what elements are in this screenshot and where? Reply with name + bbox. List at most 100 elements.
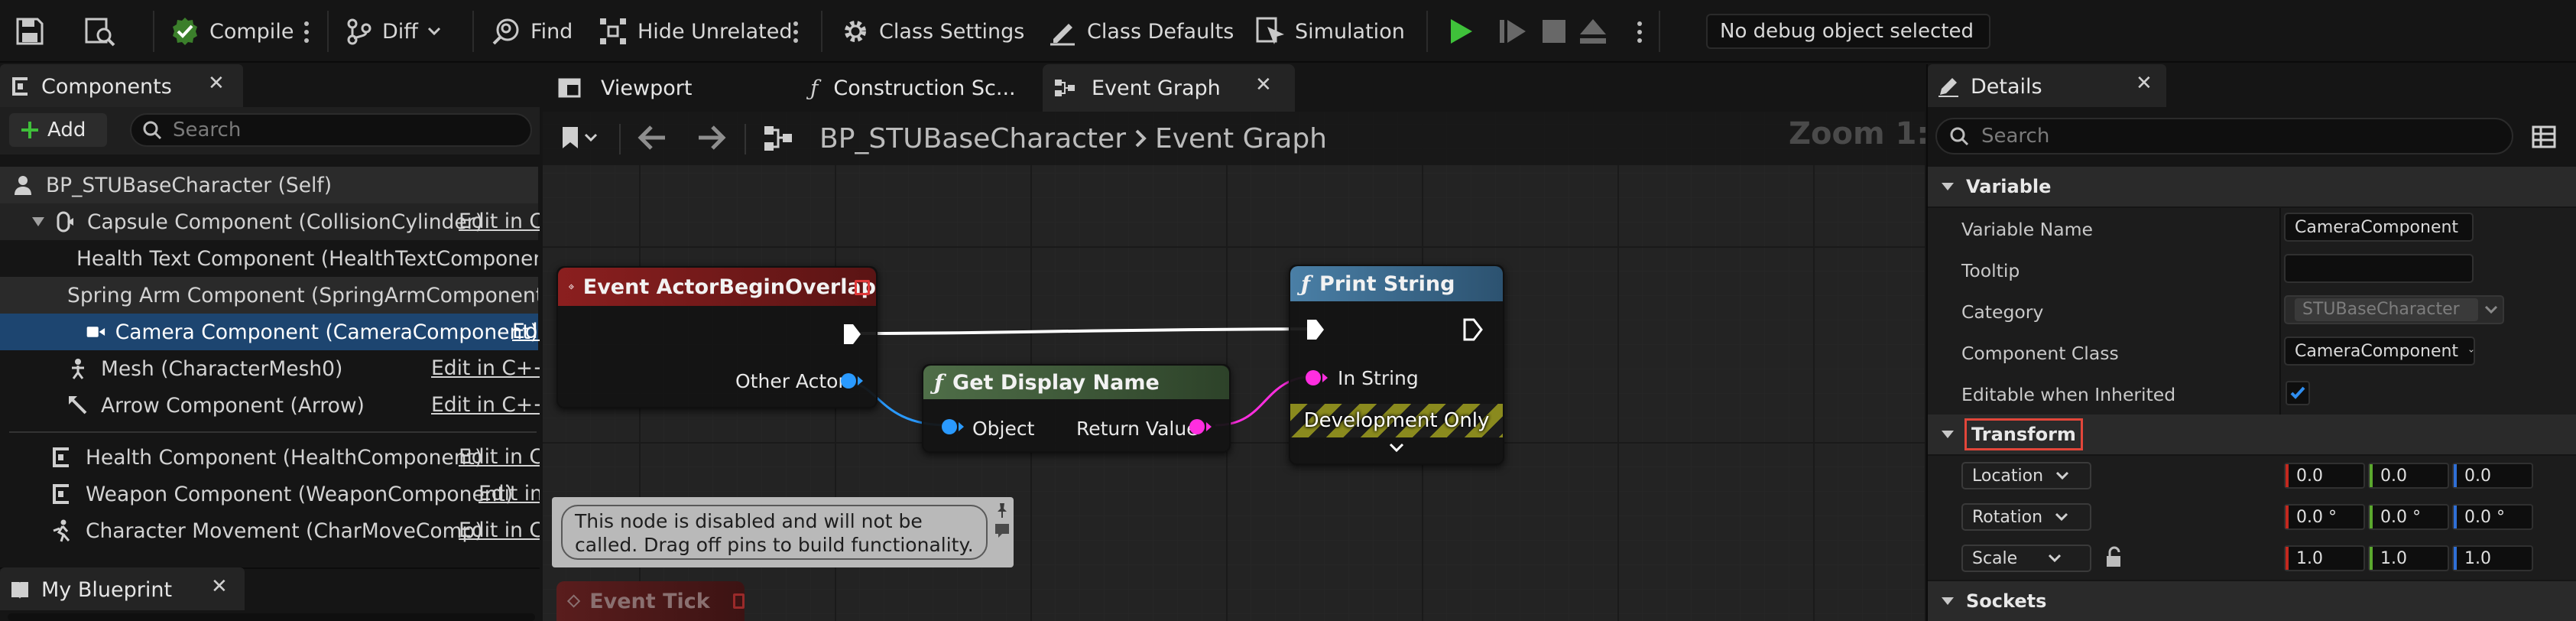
exec-out-pin-icon[interactable] [842, 323, 862, 346]
edit-in-cpp-link[interactable]: Edit in C++ [459, 445, 540, 469]
diff-button[interactable]: Diff [346, 8, 441, 55]
scale-z-field[interactable]: 1.0 [2452, 545, 2533, 571]
category-dropdown[interactable]: STUBaseCharacter [2284, 295, 2504, 324]
tree-item-label: BP_STUBaseCharacter (Self) [46, 173, 333, 197]
exec-in-pin-icon[interactable] [1306, 318, 1325, 341]
string-in-pin-icon[interactable] [1304, 367, 1330, 389]
close-icon[interactable]: ✕ [2136, 72, 2153, 95]
components-search-input[interactable]: Search [130, 113, 532, 147]
compile-button[interactable]: Compile [170, 8, 294, 55]
browse-icon[interactable] [84, 15, 116, 47]
tree-item-health-text[interactable]: Tt Health Text Component (HealthTextComp… [0, 240, 538, 277]
tab-viewport[interactable]: Viewport [558, 69, 692, 107]
tree-item-weapon-component[interactable]: Weapon Component (WeaponComponent) [0, 476, 538, 512]
return-value-pin-label: Return Value [1076, 418, 1199, 440]
rotation-z-value: 0.0 ° [2464, 507, 2505, 527]
components-tree: BP_STUBaseCharacter (Self) Capsule Compo… [0, 162, 540, 621]
expand-chevron-icon[interactable] [1388, 442, 1405, 453]
hide-unrelated-icon [600, 18, 626, 44]
tooltip-field[interactable] [2284, 254, 2474, 283]
location-y-field[interactable]: 0.0 [2368, 463, 2449, 489]
stop-icon[interactable] [1541, 18, 1567, 44]
simulation-button[interactable]: Simulation [1255, 8, 1405, 55]
object-out-pin-icon[interactable] [838, 370, 865, 392]
tree-item-character-movement[interactable]: Character Movement (CharMoveComp) [0, 512, 538, 549]
simulation-label: Simulation [1295, 19, 1405, 44]
category-label: Category [1961, 301, 2044, 323]
edit-in-cpp-link[interactable]: Edit in C++ [431, 356, 540, 380]
tree-item-camera[interactable]: Camera Component (CameraComponent) [0, 314, 538, 350]
eject-icon[interactable] [1578, 17, 1608, 46]
scale-dropdown[interactable]: Scale [1961, 545, 2091, 572]
close-icon[interactable]: ✕ [211, 575, 228, 598]
edit-in-cpp-link[interactable]: Edit in C++ [459, 210, 540, 233]
component-class-dropdown[interactable]: CameraComponent [2284, 337, 2475, 366]
editable-when-inherited-checkbox[interactable] [2286, 381, 2310, 405]
close-icon[interactable]: ✕ [208, 72, 225, 95]
save-icon[interactable] [15, 17, 44, 46]
book-icon [11, 582, 28, 599]
variable-section-header[interactable]: Variable [1928, 167, 2576, 206]
property-matrix-icon[interactable] [2532, 125, 2556, 148]
play-options-icon[interactable] [1637, 21, 1642, 43]
advance-frame-icon[interactable] [1498, 17, 1527, 46]
tree-item-label: Character Movement (CharMoveComp) [86, 519, 483, 543]
toolbar-separator [821, 11, 822, 52]
toolbar-separator [1659, 11, 1660, 52]
tree-item-health-component[interactable]: Health Component (HealthComponent) [0, 439, 538, 476]
debug-object-dropdown[interactable]: No debug object selected [1706, 14, 1990, 49]
rotation-y-field[interactable]: 0.0 ° [2368, 504, 2449, 530]
exec-out-pin-icon[interactable] [1463, 318, 1483, 341]
comment-bubble-icon[interactable] [994, 522, 1011, 538]
compile-options-icon[interactable] [304, 21, 309, 43]
rotation-label: Rotation [1972, 507, 2043, 527]
location-z-field[interactable]: 0.0 [2452, 463, 2533, 489]
event-actor-begin-overlap-node[interactable]: Event ActorBeginOverlap Other Actor [556, 266, 878, 408]
rotation-x-field[interactable]: 0.0 ° [2284, 504, 2365, 530]
find-button[interactable]: Find [491, 8, 573, 55]
scale-z-value: 1.0 [2464, 548, 2491, 568]
movement-icon [53, 519, 70, 542]
scale-y-field[interactable]: 1.0 [2368, 545, 2449, 571]
my-blueprint-search-input[interactable] [8, 613, 535, 621]
object-in-pin-icon[interactable] [940, 416, 966, 437]
scale-x-field[interactable]: 1.0 [2284, 545, 2365, 571]
tree-item-capsule[interactable]: Capsule Component (CollisionCylinder) [0, 203, 538, 240]
close-icon[interactable]: ✕ [1255, 73, 1272, 96]
edit-in-cpp-link[interactable]: Edit in C++ [512, 320, 540, 343]
class-defaults-button[interactable]: Class Defaults [1047, 8, 1234, 55]
tab-construction-script[interactable]: ƒ Construction Sc... [810, 69, 1016, 107]
class-settings-button[interactable]: Class Settings [841, 8, 1024, 55]
delegate-pin-icon[interactable] [855, 280, 870, 295]
pin-icon[interactable] [994, 502, 1011, 519]
edit-in-cpp-link[interactable]: Edit in C++ [479, 482, 540, 506]
chevron-down-icon [2484, 305, 2498, 314]
location-dropdown[interactable]: Location [1961, 462, 2091, 489]
edit-in-cpp-link[interactable]: Edit in C++ [431, 393, 540, 417]
hide-unrelated-options-icon[interactable] [793, 21, 798, 43]
delegate-pin-icon[interactable] [732, 593, 745, 609]
rotation-dropdown[interactable]: Rotation [1961, 503, 2091, 531]
sockets-section-header[interactable]: Sockets [1928, 581, 2576, 621]
event-diamond-icon [567, 594, 581, 608]
event-diamond-icon [569, 284, 574, 290]
function-icon: ƒ [1301, 271, 1311, 297]
location-x-field[interactable]: 0.0 [2284, 463, 2365, 489]
event-tick-node[interactable]: Event Tick [556, 581, 745, 621]
add-component-button[interactable]: Add [9, 113, 107, 147]
edit-in-cpp-link[interactable]: Edit in C++ [459, 519, 540, 542]
collapse-arrow-icon[interactable] [31, 216, 46, 228]
string-out-pin-icon[interactable] [1188, 416, 1214, 437]
lock-icon[interactable] [2104, 546, 2125, 569]
rotation-z-field[interactable]: 0.0 ° [2452, 504, 2533, 530]
details-search-input[interactable]: Search [1935, 118, 2513, 154]
tree-item-spring-arm[interactable]: Spring Arm Component (SpringArmComponent… [0, 277, 538, 314]
transform-section-header[interactable]: Transform [1928, 415, 2576, 454]
variable-name-field[interactable]: CameraComponent [2284, 213, 2474, 242]
tree-item-self[interactable]: BP_STUBaseCharacter (Self) [0, 167, 538, 203]
print-string-node[interactable]: ƒ Print String In String Development Onl… [1289, 265, 1504, 465]
hide-unrelated-button[interactable]: Hide Unrelated [598, 8, 793, 55]
play-icon[interactable] [1448, 17, 1475, 46]
diff-icon [347, 18, 371, 45]
get-display-name-node[interactable]: ƒ Get Display Name Object Return Value [922, 364, 1231, 453]
